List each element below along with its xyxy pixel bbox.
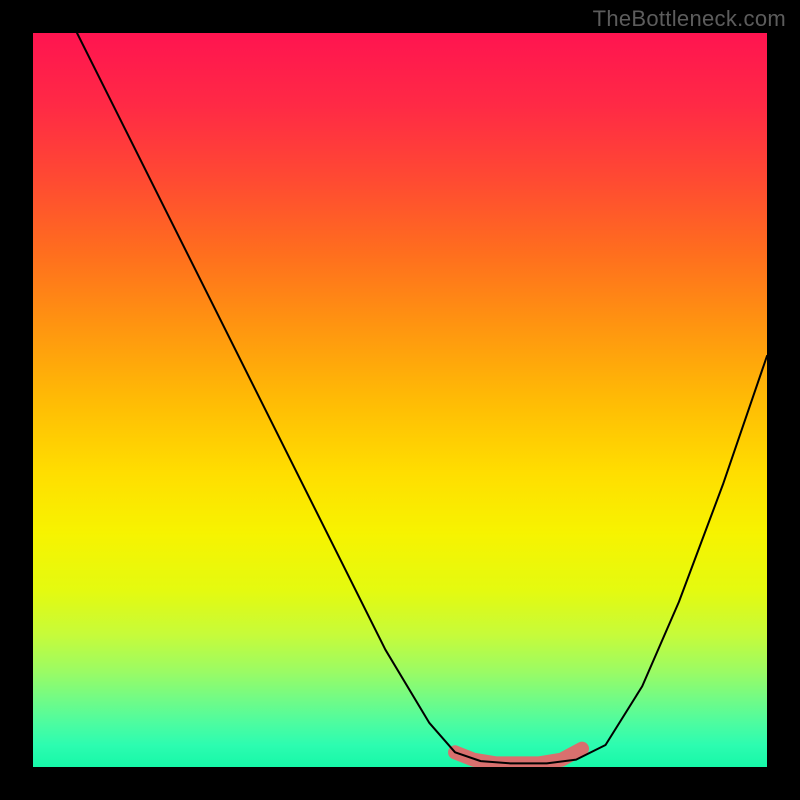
plot-area [33,33,767,767]
watermark-text: TheBottleneck.com [593,6,786,32]
chart-stage: TheBottleneck.com [0,0,800,800]
bottleneck-curve [77,33,767,763]
curve-layer [33,33,767,767]
